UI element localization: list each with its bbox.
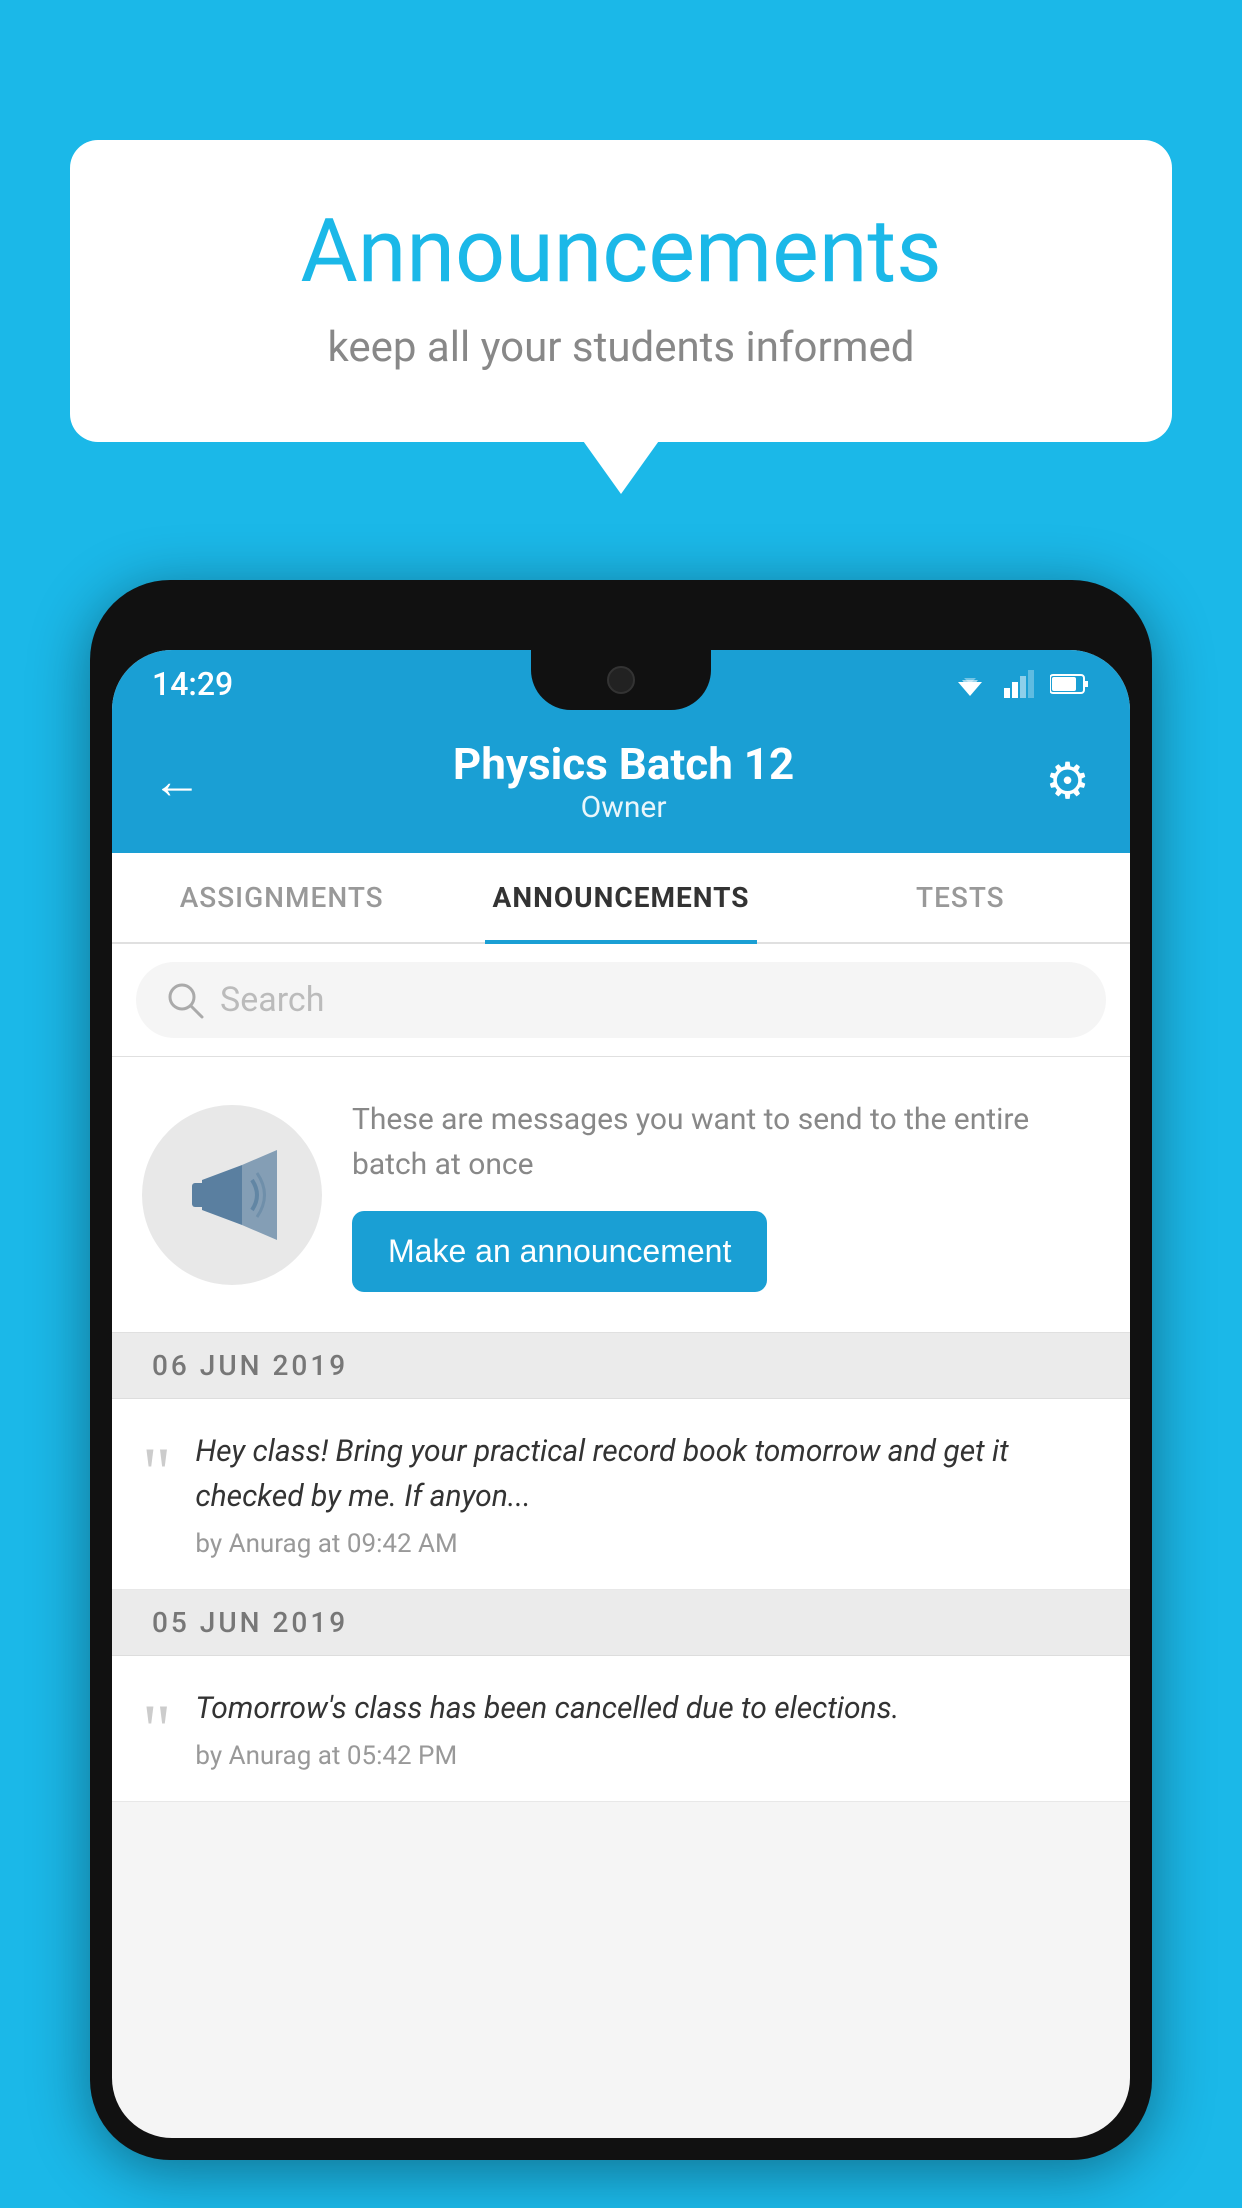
batch-subtitle: Owner [453,790,794,825]
announcement-text-1: Hey class! Bring your practical record b… [195,1429,1100,1519]
promo-description: These are messages you want to send to t… [352,1097,1100,1187]
speech-bubble-area: Announcements keep all your students inf… [70,140,1172,442]
quote-icon-1: " [142,1437,171,1509]
search-icon [166,981,204,1019]
announcement-meta-2: by Anurag at 05:42 PM [195,1741,1100,1771]
signal-icon [1004,670,1034,698]
speech-bubble-title: Announcements [150,200,1092,303]
search-container: Search [112,944,1130,1057]
tab-assignments[interactable]: ASSIGNMENTS [112,853,451,942]
search-placeholder: Search [220,980,324,1020]
promo-card: These are messages you want to send to t… [112,1057,1130,1333]
announcement-meta-1: by Anurag at 09:42 AM [195,1529,1100,1559]
promo-icon-circle [142,1105,322,1285]
batch-title: Physics Batch 12 [453,738,794,790]
phone-container: 14:29 [90,580,1152,2208]
announcement-item-1[interactable]: " Hey class! Bring your practical record… [112,1399,1130,1590]
tab-bar: ASSIGNMENTS ANNOUNCEMENTS TESTS [112,853,1130,944]
wifi-icon [952,670,988,698]
back-button[interactable]: ← [152,752,202,811]
header-title-area: Physics Batch 12 Owner [453,738,794,825]
make-announcement-button[interactable]: Make an announcement [352,1211,767,1292]
status-time: 14:29 [152,665,233,703]
settings-gear-icon[interactable]: ⚙ [1045,752,1090,811]
camera [607,666,635,694]
search-bar[interactable]: Search [136,962,1106,1038]
date-separator-2: 05 JUN 2019 [112,1590,1130,1656]
announcement-content-1: Hey class! Bring your practical record b… [195,1429,1100,1559]
battery-icon [1050,672,1090,696]
speech-bubble-subtitle: keep all your students informed [150,323,1092,372]
phone-screen: 14:29 [112,650,1130,2138]
date-separator-1: 06 JUN 2019 [112,1333,1130,1399]
speech-bubble: Announcements keep all your students inf… [70,140,1172,442]
app-header: ← Physics Batch 12 Owner ⚙ [112,718,1130,853]
notch [531,650,711,710]
tab-tests[interactable]: TESTS [791,853,1130,942]
tab-announcements[interactable]: ANNOUNCEMENTS [451,853,790,942]
announcement-content-2: Tomorrow's class has been cancelled due … [195,1686,1100,1771]
promo-content: These are messages you want to send to t… [352,1097,1100,1292]
quote-icon-2: " [142,1694,171,1766]
announcement-item-2[interactable]: " Tomorrow's class has been cancelled du… [112,1656,1130,1802]
phone-frame: 14:29 [90,580,1152,2160]
status-icons [952,670,1090,698]
announcement-text-2: Tomorrow's class has been cancelled due … [195,1686,1100,1731]
megaphone-icon [182,1145,282,1245]
